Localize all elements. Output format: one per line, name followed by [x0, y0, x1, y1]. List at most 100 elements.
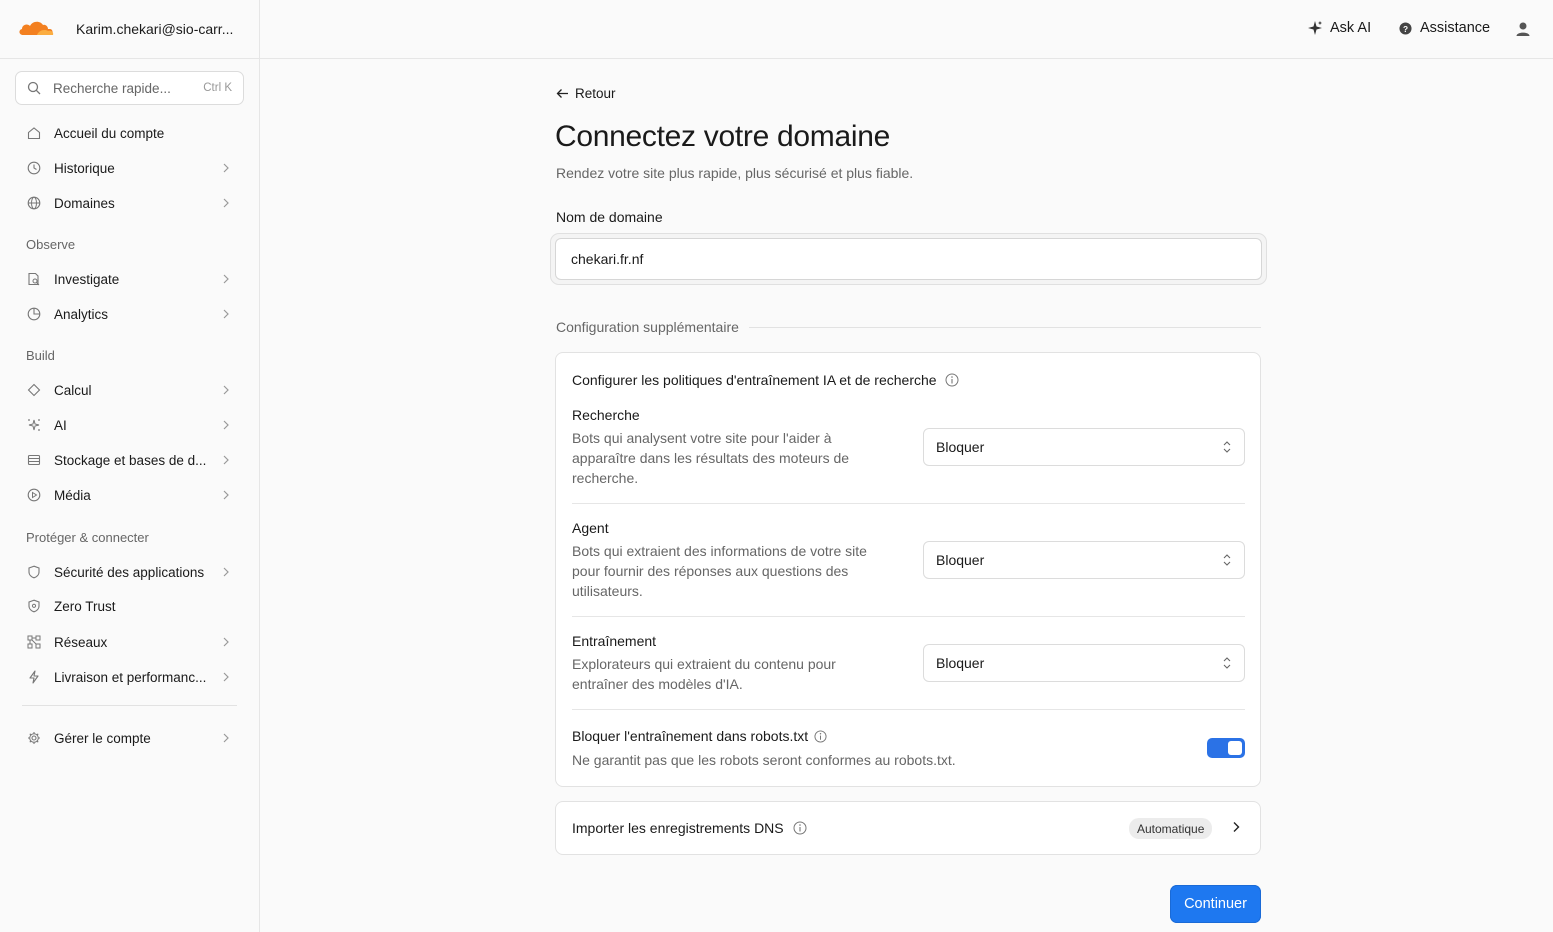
sidebar-item-media[interactable]: Média	[16, 480, 244, 510]
policy-divider	[572, 616, 1245, 617]
sidebar-item-label: Stockage et bases de d...	[54, 452, 207, 468]
sidebar-item-storage[interactable]: Stockage et bases de d...	[16, 445, 244, 475]
bolt-icon	[24, 670, 44, 684]
chevron-right-icon	[218, 163, 234, 173]
back-link[interactable]: Retour	[556, 86, 616, 101]
account-switcher[interactable]: Karim.chekari@sio-carr...	[0, 0, 260, 59]
svg-text:?: ?	[1403, 23, 1408, 33]
chevron-right-icon	[218, 567, 234, 577]
sidebar-item-label: AI	[54, 417, 67, 433]
sparkle-icon	[1308, 21, 1322, 35]
chevron-up-down-icon	[1223, 554, 1231, 566]
heading-divider	[748, 326, 1261, 328]
sidebar-item-label: Média	[54, 487, 91, 503]
sidebar-item-label: Investigate	[54, 271, 120, 287]
chevron-right-icon	[218, 274, 234, 284]
chevron-right-icon	[218, 198, 234, 208]
sidebar-item-investigate[interactable]: Investigate	[16, 264, 244, 294]
sidebar-item-ai[interactable]: AI	[16, 410, 244, 440]
sidebar-item-delivery-performance[interactable]: Livraison et performanc...	[16, 662, 244, 692]
policy-training-select[interactable]: Bloquer	[923, 644, 1245, 682]
chevron-up-down-icon	[1223, 441, 1231, 453]
dns-import-card[interactable]: Importer les enregistrements DNS Automat…	[555, 801, 1261, 855]
additional-config-heading: Configuration supplémentaire	[556, 319, 1261, 335]
chevron-right-icon	[218, 672, 234, 682]
sidebar-item-domains[interactable]: Domaines	[16, 188, 244, 218]
info-icon[interactable]	[945, 373, 959, 387]
chevron-right-icon	[218, 733, 234, 743]
info-icon[interactable]	[814, 729, 827, 743]
continue-button[interactable]: Continuer	[1170, 885, 1261, 923]
policy-search: Recherche Bots qui analysent votre site …	[572, 407, 1245, 488]
sidebar-item-manage-account[interactable]: Gérer le compte	[16, 723, 244, 753]
sidebar-item-label: Analytics	[54, 306, 109, 322]
sidebar-item-label: Calcul	[54, 382, 92, 398]
info-icon[interactable]	[793, 821, 807, 835]
sidebar-item-label: Zero Trust	[54, 598, 116, 614]
policy-description: Explorateurs qui extraient du contenu po…	[572, 656, 836, 692]
shield-lock-icon	[24, 599, 44, 613]
robots-txt-title-text: Bloquer l'entraînement dans robots.txt	[572, 728, 809, 744]
sidebar-item-app-security[interactable]: Sécurité des applications	[16, 557, 244, 587]
dns-mode-badge: Automatique	[1129, 818, 1213, 839]
user-menu-button[interactable]	[1515, 21, 1531, 42]
policy-search-select[interactable]: Bloquer	[923, 428, 1245, 466]
policy-name: Recherche	[572, 407, 640, 423]
search-icon	[27, 81, 41, 95]
quick-search-input[interactable]: Recherche rapide... Ctrl K	[15, 71, 244, 105]
robots-txt-description: Ne garantit pas que les robots seront co…	[572, 752, 956, 768]
chevron-right-icon	[218, 309, 234, 319]
sidebar-item-label: Gérer le compte	[54, 730, 151, 746]
chevron-right-icon	[218, 420, 234, 430]
top-bar: Karim.chekari@sio-carr... Ask AI ? Assis…	[0, 0, 1553, 59]
sidebar-item-networks[interactable]: Réseaux	[16, 627, 244, 657]
chevron-right-icon	[218, 637, 234, 647]
play-icon	[24, 488, 44, 502]
page-subtitle: Rendez votre site plus rapide, plus sécu…	[556, 165, 914, 181]
domain-name-input[interactable]	[555, 238, 1262, 280]
sidebar-item-account-home[interactable]: Accueil du compte	[16, 118, 244, 148]
assistance-label: Assistance	[1420, 20, 1491, 36]
robots-txt-title: Bloquer l'entraînement dans robots.txt	[572, 728, 827, 744]
policy-divider	[572, 503, 1245, 504]
sidebar-item-history[interactable]: Historique	[16, 153, 244, 183]
search-shortcut: Ctrl K	[203, 82, 232, 94]
ai-policies-title-text: Configurer les politiques d'entraînement…	[572, 372, 937, 388]
globe-icon	[24, 196, 44, 210]
select-value: Bloquer	[936, 655, 985, 671]
ask-ai-button[interactable]: Ask AI	[1307, 20, 1371, 36]
section-label-observe: Observe	[26, 237, 76, 252]
sidebar-item-compute[interactable]: Calcul	[16, 375, 244, 405]
clock-icon	[24, 161, 44, 175]
policy-description: Bots qui analysent votre site pour l'aid…	[572, 430, 850, 486]
account-name: Karim.chekari@sio-carr...	[76, 21, 234, 37]
sidebar-item-label: Sécurité des applications	[54, 564, 205, 580]
section-label-protect-connect: Protéger & connecter	[26, 530, 149, 545]
network-icon	[24, 635, 44, 649]
ask-ai-label: Ask AI	[1330, 20, 1372, 36]
arrow-left-icon	[556, 89, 568, 98]
database-icon	[24, 453, 44, 467]
sidebar-item-label: Accueil du compte	[54, 125, 165, 141]
sidebar-item-label: Réseaux	[54, 634, 108, 650]
select-value: Bloquer	[936, 552, 985, 568]
sidebar-item-label: Livraison et performanc...	[54, 669, 207, 685]
robots-txt-toggle[interactable]	[1207, 738, 1245, 758]
back-label: Retour	[575, 86, 616, 101]
sidebar: Recherche rapide... Ctrl K Accueil du co…	[0, 59, 260, 932]
policy-agent-select[interactable]: Bloquer	[923, 541, 1245, 579]
domain-input-wrapper	[550, 233, 1267, 285]
chevron-right-icon	[218, 455, 234, 465]
assistance-button[interactable]: ? Assistance	[1399, 20, 1490, 36]
additional-config-label: Configuration supplémentaire	[556, 319, 739, 335]
page-title: Connectez votre domaine	[555, 120, 890, 153]
ai-policies-title: Configurer les politiques d'entraînement…	[572, 372, 959, 388]
sidebar-item-label: Domaines	[54, 195, 115, 211]
select-value: Bloquer	[936, 439, 985, 455]
policy-agent: Agent Bots qui extraient des information…	[572, 520, 1245, 601]
sidebar-item-analytics[interactable]: Analytics	[16, 299, 244, 329]
sidebar-item-label: Historique	[54, 160, 115, 176]
sparkles-icon	[24, 418, 44, 432]
sidebar-item-zero-trust[interactable]: Zero Trust	[16, 591, 244, 621]
dns-import-title-text: Importer les enregistrements DNS	[572, 820, 784, 836]
